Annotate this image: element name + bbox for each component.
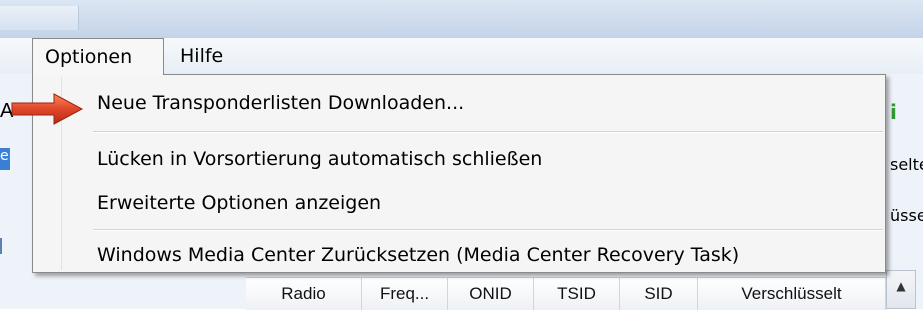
column-header-verschluesselt[interactable]: Verschlüsselt — [698, 278, 886, 310]
window-tab[interactable] — [0, 6, 79, 30]
menu-separator — [93, 131, 883, 133]
menu-item-luecken-schliessen[interactable]: Lücken in Vorsortierung automatisch schl… — [97, 148, 542, 170]
background-selected-item[interactable]: ei — [0, 148, 10, 170]
menu-item-media-center-zuruecksetzen[interactable]: Windows Media Center Zurücksetzen (Media… — [97, 244, 739, 266]
column-header-freq[interactable]: Freq... — [362, 278, 448, 310]
background-right-text: selte — [890, 155, 923, 174]
column-header-radio[interactable]: Radio — [246, 278, 362, 310]
background-list-marker — [0, 238, 16, 254]
scroll-up-button[interactable]: ▲ — [886, 270, 916, 309]
column-header-sid[interactable]: SID — [620, 278, 698, 310]
channel-table-header: Radio Freq... ONID TSID SID Verschlüssel… — [246, 277, 886, 310]
menu-separator — [93, 229, 883, 231]
menu-bar: Optionen Hilfe — [0, 38, 923, 75]
menu-item-erweiterte-optionen[interactable]: Erweiterte Optionen anzeigen — [97, 192, 381, 214]
optionen-dropdown-menu: Neue Transponderlisten Downloaden... Lüc… — [32, 74, 886, 273]
background-status-text: i — [890, 100, 897, 124]
background-right-text: üsse — [890, 206, 923, 225]
menu-optionen[interactable]: Optionen — [32, 38, 164, 75]
column-header-onid[interactable]: ONID — [448, 278, 534, 310]
menu-hilfe[interactable]: Hilfe — [168, 38, 235, 74]
window-chrome — [0, 0, 923, 38]
menu-item-transponderlisten-download[interactable]: Neue Transponderlisten Downloaden... — [97, 92, 464, 114]
red-arrow-icon — [11, 93, 84, 125]
column-header-tsid[interactable]: TSID — [534, 278, 620, 310]
